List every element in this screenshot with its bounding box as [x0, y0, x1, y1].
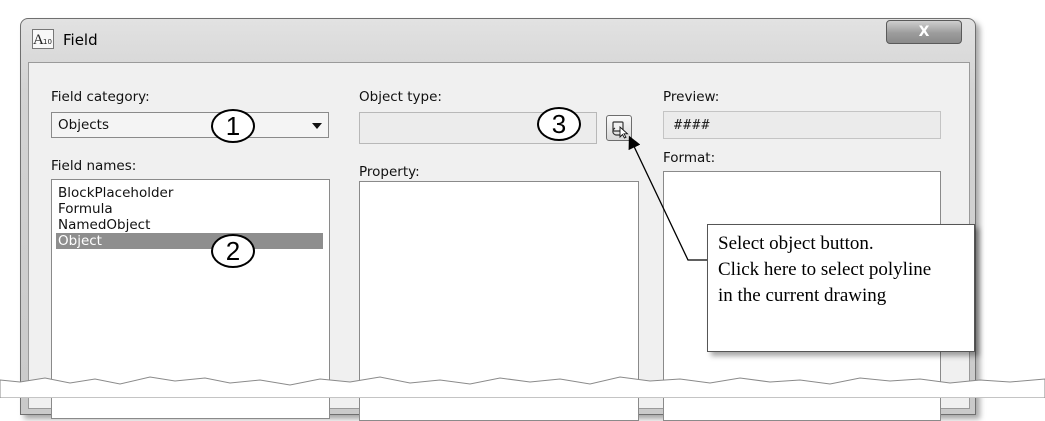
annotation-line-2: Click here to select polyline [718, 259, 932, 280]
annotation-box: Select object button. Click here to sele… [707, 224, 975, 352]
annotation-line-3: in the current drawing [718, 285, 887, 306]
torn-edge [0, 376, 1045, 398]
annotation-line-1: Select object button. [718, 233, 874, 254]
